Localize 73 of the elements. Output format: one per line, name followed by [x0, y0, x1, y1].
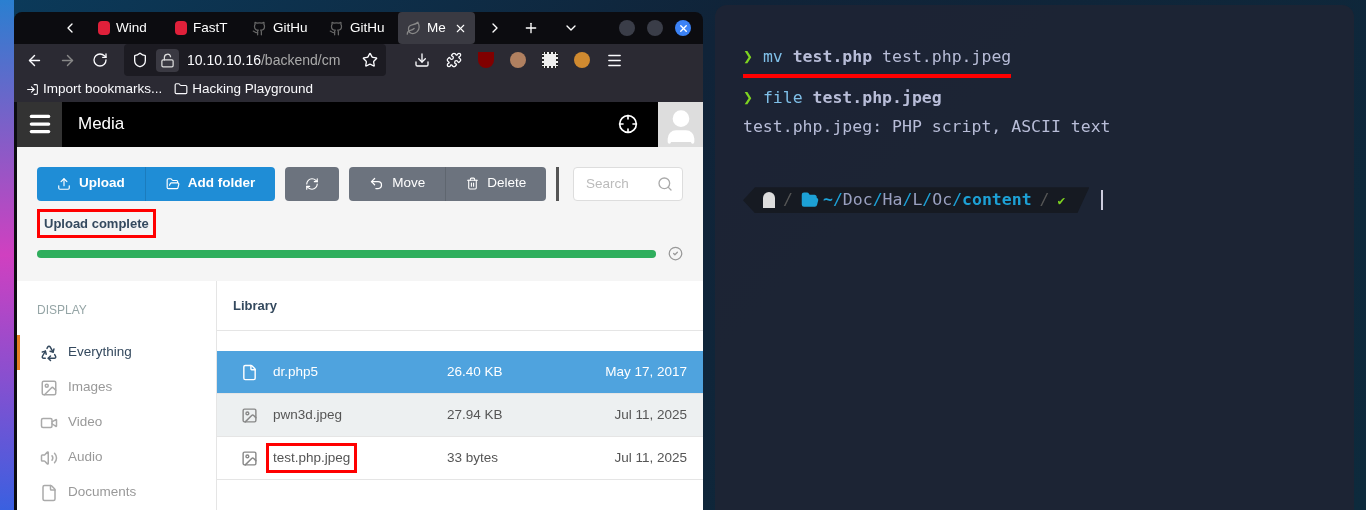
unlocked-padlock-icon[interactable]	[156, 49, 179, 72]
image-icon	[40, 378, 58, 397]
shield-icon[interactable]	[132, 52, 148, 69]
browser-tab[interactable]: FastT	[167, 12, 244, 44]
image-icon	[241, 406, 258, 424]
browser-tab[interactable]: Me	[398, 12, 475, 44]
library-heading: Library	[233, 296, 278, 315]
upload-status-text: Upload complete	[37, 208, 156, 238]
file-size: 27.94 KB	[447, 405, 504, 424]
page-title: Media	[78, 113, 125, 136]
file-row[interactable]: pwn3d.jpeg 27.94 KB Jul 11, 2025	[217, 394, 703, 437]
reply-arrow-icon	[369, 176, 385, 191]
new-tab-icon[interactable]	[523, 20, 539, 36]
menu-icon[interactable]	[606, 52, 623, 69]
move-button[interactable]: Move	[349, 166, 447, 201]
file-name: dr.php5	[272, 362, 320, 381]
reload-icon[interactable]	[92, 52, 108, 69]
sidebar-heading: DISPLAY	[37, 302, 88, 319]
crosshair-icon[interactable]	[618, 114, 638, 134]
folder-icon	[800, 191, 819, 210]
browser-tab[interactable]: GitHu	[244, 12, 321, 44]
browser-tab[interactable]: Wind	[90, 12, 167, 44]
file-name: pwn3d.jpeg	[272, 405, 344, 424]
avatar[interactable]	[658, 101, 703, 147]
speaker-icon	[40, 448, 58, 467]
bookmark-item[interactable]: Hacking Playground	[174, 79, 314, 100]
command-line: ❯ file test.php.jpeg	[743, 86, 942, 109]
prompt-divider: /	[783, 188, 793, 211]
cat-icon	[329, 20, 344, 36]
file-date: May 17, 2017	[605, 362, 687, 381]
search-icon	[657, 175, 673, 192]
hamburger-menu-button[interactable]	[17, 101, 62, 147]
file-size: 26.40 KB	[447, 362, 504, 381]
import-icon	[26, 82, 39, 96]
trash-icon	[466, 177, 480, 190]
tab-favicon-icon	[98, 21, 110, 35]
file-size: 33 bytes	[447, 448, 500, 467]
search-field[interactable]: Search	[573, 166, 683, 201]
bookmark-item[interactable]: Import bookmarks...	[26, 79, 163, 100]
refresh-button[interactable]	[285, 166, 340, 201]
text-cursor	[1101, 190, 1104, 211]
document-icon	[40, 483, 58, 502]
image-icon	[241, 449, 258, 467]
forward-icon[interactable]	[59, 52, 76, 69]
upload-icon	[57, 176, 71, 191]
file-date: Jul 11, 2025	[614, 405, 687, 424]
leaf-icon	[406, 20, 421, 36]
prompt-divider: /	[1039, 188, 1050, 211]
close-button[interactable]	[675, 20, 691, 36]
file-name: test.php.jpeg	[266, 442, 358, 474]
folder-button[interactable]: Add folder	[145, 166, 276, 201]
folder-icon	[174, 82, 189, 97]
tab-favicon-icon	[175, 21, 187, 35]
browser-tab[interactable]: GitHu	[321, 12, 398, 44]
command-line: ❯ mv test.php test.php.jpeg	[743, 45, 1012, 78]
status-check: ✔	[1057, 191, 1066, 210]
check-icon	[668, 246, 683, 261]
upload-button[interactable]: Upload	[37, 166, 146, 201]
extensions-icon[interactable]	[446, 52, 462, 69]
file-date: Jul 11, 2025	[614, 448, 687, 467]
bookmark-star-icon[interactable]	[362, 52, 378, 69]
back-icon[interactable]	[26, 52, 43, 69]
prompt-path: ~/Doc/Ha/L/Oc/content	[822, 188, 1032, 211]
folder-icon	[165, 176, 180, 191]
delete-button[interactable]: Delete	[446, 166, 547, 201]
refresh-icon	[305, 176, 320, 191]
close-icon	[677, 22, 689, 34]
cat-icon	[252, 20, 267, 36]
address-bar[interactable]: 10.10.10.16/backend/cm	[124, 44, 386, 77]
download-icon[interactable]	[414, 52, 430, 69]
recycle-icon	[40, 343, 58, 362]
file-icon	[241, 363, 258, 381]
command-output: test.php.jpeg: PHP script, ASCII text	[743, 115, 1112, 138]
